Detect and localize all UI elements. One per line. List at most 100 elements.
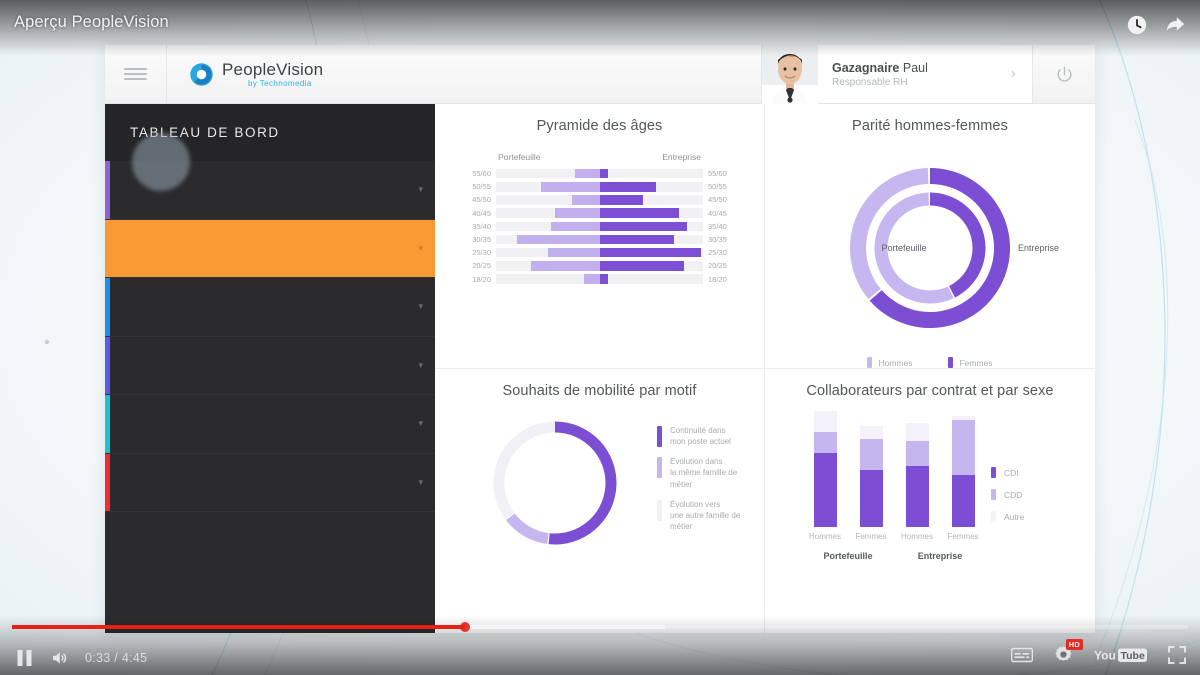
contrats-stack xyxy=(813,411,837,527)
legend-swatch xyxy=(948,357,954,368)
contrats-stack xyxy=(905,422,929,527)
sidebar-item-entretiens[interactable]: ▾ xyxy=(105,219,435,278)
legend-label: Femmes xyxy=(959,357,993,368)
sidebar-item-recrutement[interactable]: ▾ xyxy=(105,336,435,395)
pyramide-left-tick: 50/55 xyxy=(472,182,491,192)
pyramide-bar-entreprise xyxy=(599,247,702,258)
pyramide-bar-entreprise xyxy=(599,168,609,179)
pyramide-track xyxy=(496,234,703,245)
contrats-x-label: Femmes xyxy=(947,532,979,541)
progress-scrubber-handle[interactable] xyxy=(459,622,470,632)
fullscreen-button[interactable] xyxy=(1168,645,1186,664)
pyramide-track xyxy=(496,208,703,218)
power-icon xyxy=(1057,66,1071,82)
subtitles-button[interactable] xyxy=(1011,647,1033,663)
sidebar-item-formations[interactable]: ▾ xyxy=(105,278,435,337)
pyramide-row: 45/50 45/50 xyxy=(463,193,736,206)
pyramide-bar-portefeuille xyxy=(516,234,600,245)
volume-button[interactable] xyxy=(49,649,69,667)
user-firstname: Paul xyxy=(902,60,928,75)
pyramide-track xyxy=(496,195,703,205)
contrats-seg-cdd xyxy=(951,420,975,475)
pyramide-left-tick: 30/35 xyxy=(472,235,491,245)
pyramide-bar-portefeuille xyxy=(547,247,600,258)
parite-outer-label: Entreprise xyxy=(1018,243,1060,253)
dashboard-content: Pyramide des âges Portefeuille Entrepris… xyxy=(435,104,1095,633)
panel-title-contrats: Collaborateurs par contrat et par sexe xyxy=(806,383,1054,399)
watch-later-button[interactable] xyxy=(1124,12,1150,38)
contrats-seg-cdi xyxy=(813,452,837,527)
youtube-logo-icon: You Tube xyxy=(1094,648,1147,662)
sidebar-item-accent xyxy=(105,453,110,511)
pause-icon xyxy=(17,650,32,666)
pyramide-bar-entreprise xyxy=(599,182,657,192)
clock-icon xyxy=(1127,15,1147,35)
video-title: Aperçu PeopleVision xyxy=(14,13,169,31)
sidebar-item-portefeuille[interactable]: ▾ xyxy=(105,161,435,220)
pyramide-track xyxy=(496,168,703,179)
pyramide-right-tick: 25/30 xyxy=(708,248,727,258)
pyramide-track xyxy=(496,274,703,284)
contrats-legend-item: Autre xyxy=(991,511,1069,522)
pyramide-row: 35/40 35/40 xyxy=(463,220,736,233)
contrats-seg-cdi xyxy=(859,470,883,527)
sidebar-item-accent xyxy=(105,219,110,277)
brand-tagline: by Technomedia xyxy=(248,78,312,88)
pyramide-track xyxy=(496,247,703,258)
pyramide-bar-portefeuille xyxy=(583,274,600,284)
share-arrow-icon xyxy=(1166,17,1185,31)
progress-bar[interactable] xyxy=(12,622,1188,632)
pyramide-row: 18/20 18/20 xyxy=(463,273,736,286)
legend-swatch xyxy=(657,457,662,479)
pyramide-rows: 55/60 55/60 50/55 50/55 45/50 45/50 40/45 40/45… xyxy=(435,167,764,286)
pyramide-right-tick: 40/45 xyxy=(708,208,727,218)
contrats-seg-autre xyxy=(859,426,883,439)
mobilite-segment-1 xyxy=(506,513,549,545)
legend-swatch xyxy=(991,511,996,522)
pyramide-bar-entreprise xyxy=(599,261,685,271)
share-button[interactable] xyxy=(1162,12,1188,38)
contrats-legend-item: CDD xyxy=(991,489,1069,500)
legend-label: Autre xyxy=(1004,511,1025,522)
contrats-stack xyxy=(951,415,975,527)
brand-name: PeopleVision xyxy=(222,59,324,79)
legend-label: Évolution dans la même famille de métier xyxy=(670,457,738,489)
settings-button[interactable]: HD xyxy=(1053,639,1083,665)
contrats-legend: CDI CDD Autre xyxy=(991,411,1069,561)
pause-button[interactable] xyxy=(16,649,33,667)
sidebar-item-aide-la-d-cision[interactable]: ▾ xyxy=(105,453,435,512)
youtube-logo-button[interactable]: You Tube xyxy=(1094,647,1148,663)
pyramide-bar-portefeuille xyxy=(530,261,600,271)
chevron-right-icon: › xyxy=(1010,65,1016,82)
contrats-seg-autre xyxy=(813,411,837,432)
time-display: 0:33 / 4:45 xyxy=(85,651,148,665)
contrats-seg-cdd xyxy=(859,438,883,471)
sidebar-item-bilan-social[interactable]: ▾ xyxy=(105,395,435,454)
contrats-x-label: Femmes xyxy=(855,532,887,541)
hamburger-icon xyxy=(124,66,147,82)
legend-label: Continuité dans mon poste actuel xyxy=(670,426,731,447)
legend-label: CDI xyxy=(1004,467,1019,478)
legend-label: CDD xyxy=(1004,489,1023,500)
pyramide-bar-portefeuille xyxy=(575,168,600,179)
panel-title-parite: Parité hommes-femmes xyxy=(852,118,1008,134)
legend-swatch xyxy=(867,357,873,368)
contrats-seg-autre xyxy=(905,422,929,442)
pyramide-left-tick: 20/25 xyxy=(472,261,491,271)
contrats-column xyxy=(848,411,894,527)
pyramide-track xyxy=(496,261,703,271)
contrats-x-labels: Hommes Femmes Hommes Femmes xyxy=(791,532,991,541)
parite-donut-chart: Portefeuille Entreprise xyxy=(765,140,1095,355)
sidebar-item-accent xyxy=(105,395,110,453)
pyramide-row: 25/30 25/30 xyxy=(463,246,736,259)
chevron-down-icon: ▾ xyxy=(418,184,423,195)
mobilite-legend-item: Évolution dans la même famille de métier xyxy=(657,456,742,489)
pyramide-right-tick: 50/55 xyxy=(708,182,727,192)
legend-swatch xyxy=(991,489,996,500)
legend-label: Hommes xyxy=(878,357,913,368)
pyramide-left-header: Portefeuille xyxy=(498,152,541,162)
contrats-column xyxy=(802,411,848,527)
panel-souhaits-de-mobilite: Souhaits de mobilité par motif Continuit… xyxy=(435,369,765,633)
youtube-player-controls: 0:33 / 4:45 HD You Tube xyxy=(0,615,1200,675)
mobilite-segment-2 xyxy=(493,421,555,520)
